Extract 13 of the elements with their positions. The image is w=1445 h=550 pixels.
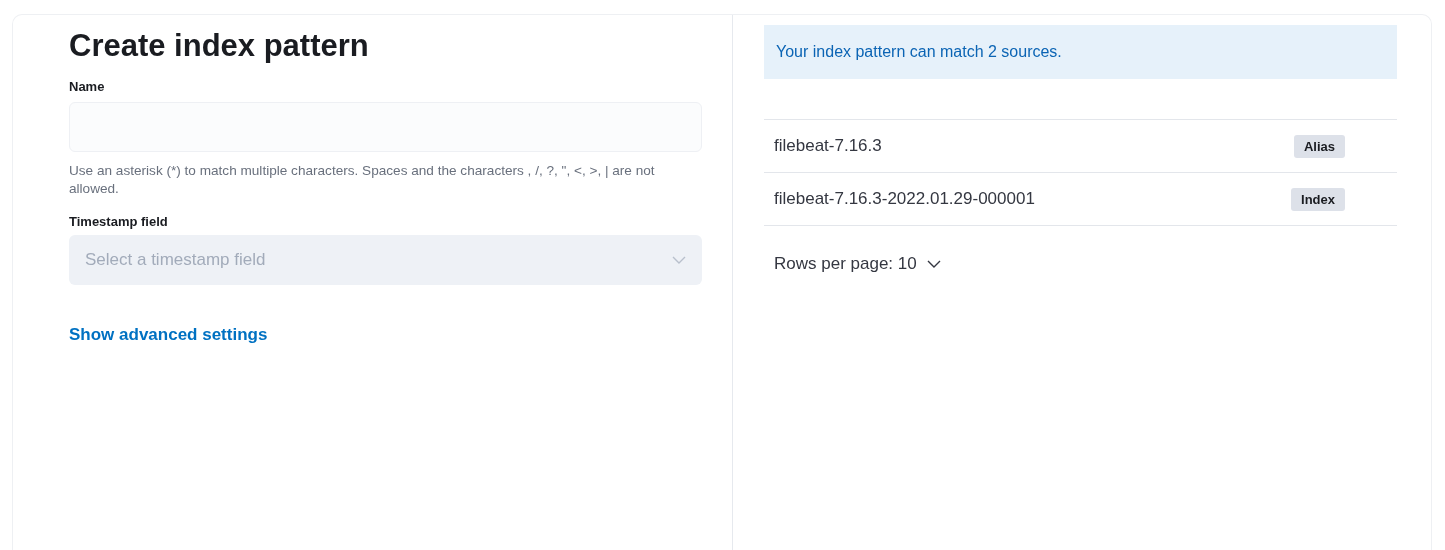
info-callout: Your index pattern can match 2 sources. (764, 25, 1397, 79)
type-tag: Alias (1293, 134, 1345, 158)
field-label: Name (69, 79, 106, 94)
field-label: Timestamp field (69, 214, 169, 229)
source-name: filebeat-7.16.3 (774, 136, 882, 156)
help-text: Use an asterisk (*) to match multiple characters. Spaces and the characters , /, ?, ", <, >, | are not allowed. (69, 162, 656, 198)
type-tag: Index (1291, 187, 1345, 211)
source-name: filebeat-7.16.3-2022.01.29-000001 (774, 189, 1035, 209)
chevron-down-icon (672, 256, 686, 264)
advanced-settings-link[interactable]: Show advanced settings (69, 325, 268, 345)
rows-per-page-button[interactable]: Rows per page: 10 (764, 248, 951, 280)
page-title: Create index pattern (69, 27, 370, 65)
chevron-down-icon (926, 260, 941, 268)
